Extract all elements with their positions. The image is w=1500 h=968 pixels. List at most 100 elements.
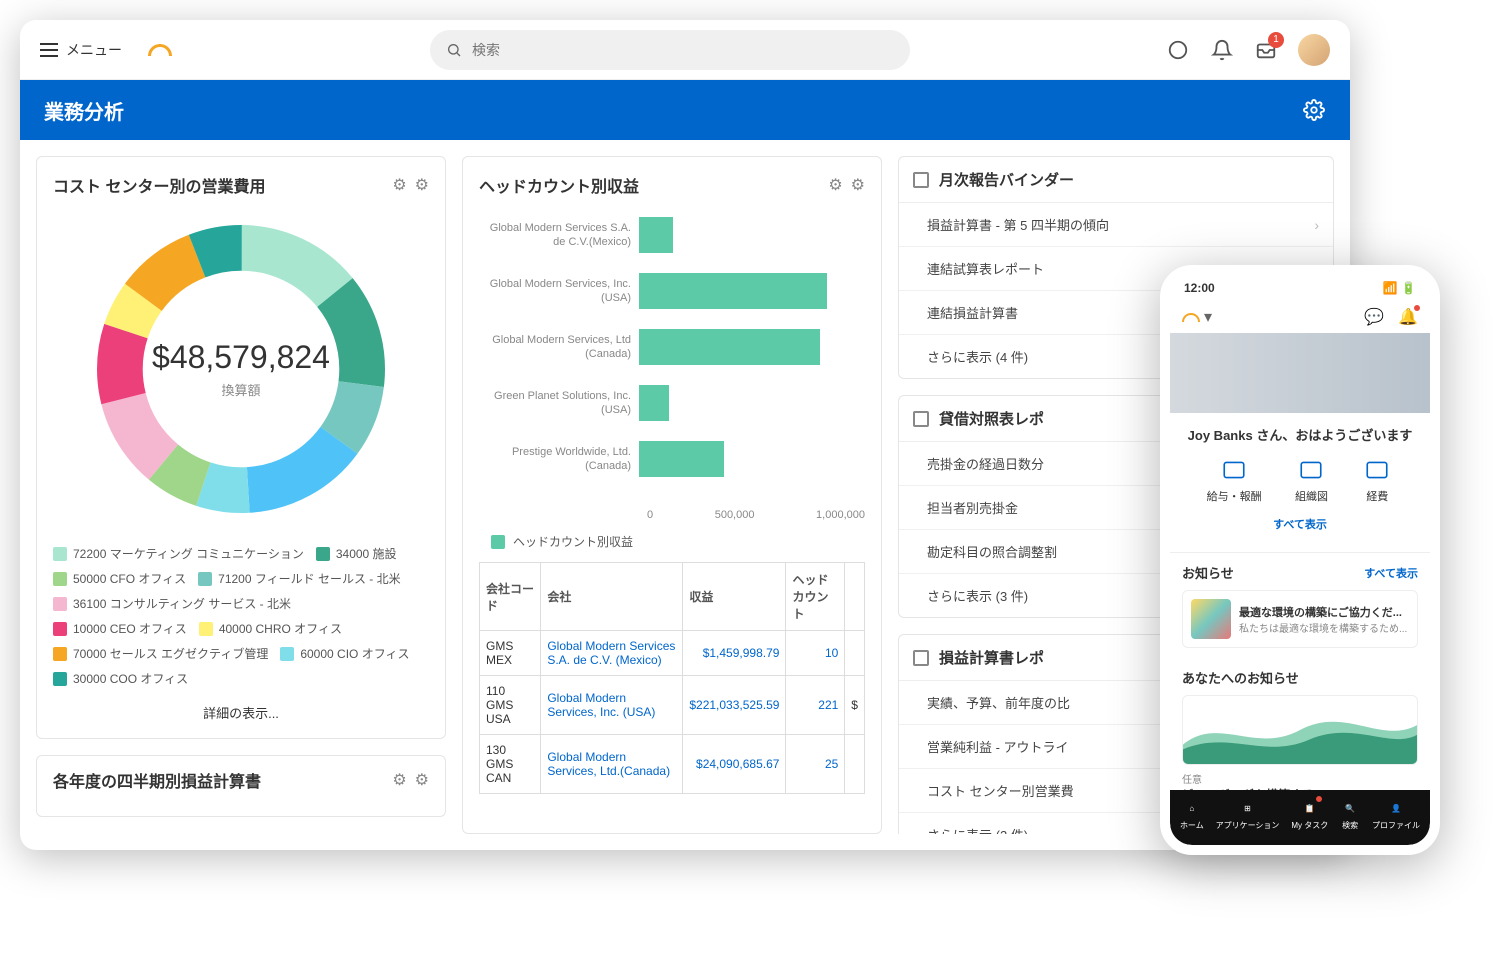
legend-item[interactable]: 10000 CEO オフィス (53, 620, 187, 637)
quarterly-card: 各年度の四半期別損益計算書 ⚙⚙ (36, 755, 446, 817)
tab-icon: ⊞ (1238, 798, 1258, 818)
page-header: 業務分析 (20, 80, 1350, 140)
mobile-tab[interactable]: ⊞ アプリケーション (1216, 798, 1280, 831)
chat-icon[interactable] (1166, 38, 1190, 62)
mobile-tab[interactable]: 📋My タスク (1291, 798, 1328, 831)
legend-item[interactable]: 60000 CIO オフィス (280, 645, 409, 662)
cell-headcount: 25 (786, 735, 845, 794)
mobile-tab[interactable]: 🔍検索 (1340, 798, 1360, 831)
mobile-tab[interactable]: 👤 プロファイル (1372, 798, 1420, 831)
legend-swatch (53, 622, 67, 636)
detail-link[interactable]: 詳細の表示... (53, 703, 429, 722)
bar-chart: Global Modern Services S.A. de C.V.(Mexi… (479, 209, 865, 505)
topbar: メニュー 1 (20, 20, 1350, 80)
table-header: 会社 (541, 563, 683, 631)
legend-item[interactable]: 70000 セールス エグゼクティブ管理 (53, 645, 268, 662)
sliders-icon[interactable]: ⚙ (392, 175, 406, 195)
news-card[interactable]: 最適な環境の構築にご協力くだ... 私たちは最適な環境を構築するため... (1182, 590, 1418, 648)
legend-item[interactable]: 71200 フィールド セールス - 北米 (198, 570, 400, 587)
notifications-icon[interactable]: 🔔 (1398, 307, 1418, 327)
bar-fill[interactable] (639, 329, 820, 365)
mobile-show-all[interactable]: すべて表示 (1182, 508, 1418, 540)
bar-row: Global Modern Services, Inc. (USA) (479, 273, 865, 309)
bar-fill[interactable] (639, 441, 724, 477)
report-icon (913, 172, 929, 188)
quick-item[interactable]: 組織図 (1295, 456, 1328, 504)
item-tag: 任意 (1182, 771, 1418, 786)
legend-swatch (53, 572, 67, 586)
quick-label: 組織図 (1295, 488, 1328, 504)
personal-section-title: あなたへのお知らせ (1182, 668, 1299, 687)
news-title: 最適な環境の構築にご協力くだ... (1239, 604, 1407, 620)
mobile-time: 12:00 (1184, 281, 1215, 295)
revenue-table: 会社コード会社収益ヘッドカウント GMS MEXGlobal Modern Se… (479, 562, 865, 794)
axis-tick: 500,000 (715, 509, 755, 521)
workday-logo[interactable] (146, 36, 174, 64)
tab-label: アプリケーション (1216, 820, 1280, 831)
search-bar[interactable] (430, 30, 910, 70)
cell-extra (845, 735, 865, 794)
table-row[interactable]: 110 GMS USAGlobal Modern Services, Inc. … (480, 676, 865, 735)
chevron-right-icon: › (1314, 217, 1319, 233)
legend-item[interactable]: 40000 CHRO オフィス (199, 620, 342, 637)
legend-label: 70000 セールス エグゼクティブ管理 (73, 645, 268, 662)
news-section-link[interactable]: すべて表示 (1364, 565, 1418, 581)
table-row[interactable]: 130 GMS CANGlobal Modern Services, Ltd.(… (480, 735, 865, 794)
mobile-greeting: Joy Banks さん、おはようございます (1182, 425, 1418, 444)
panel-item[interactable]: 損益計算書 - 第 5 四半期の傾向› (899, 203, 1333, 247)
mobile-tab[interactable]: ⌂ホーム (1180, 798, 1204, 831)
bar-card-title: ヘッドカウント別収益 (479, 173, 639, 197)
inbox-badge: 1 (1268, 32, 1284, 48)
settings-icon[interactable] (1302, 98, 1326, 122)
gear-icon[interactable]: ⚙ (415, 175, 429, 195)
gear-icon[interactable]: ⚙ (415, 770, 429, 790)
quick-label: 経費 (1366, 488, 1388, 504)
legend-label: 34000 施設 (336, 545, 397, 562)
quick-item[interactable]: 給与・報酬 (1207, 456, 1262, 504)
legend-label: 50000 CFO オフィス (73, 570, 186, 587)
mobile-logo[interactable]: ▾ (1182, 307, 1212, 327)
cell-company[interactable]: Global Modern Services, Ltd.(Canada) (541, 735, 683, 794)
chat-icon[interactable]: 💬 (1364, 307, 1384, 327)
legend-swatch (53, 672, 67, 686)
inbox-icon[interactable]: 1 (1254, 38, 1278, 62)
table-row[interactable]: GMS MEXGlobal Modern Services S.A. de C.… (480, 631, 865, 676)
cell-code: 130 GMS CAN (480, 735, 541, 794)
sliders-icon[interactable]: ⚙ (392, 770, 406, 790)
cell-revenue: $24,090,685.67 (683, 735, 786, 794)
bar-label: Prestige Worldwide, Ltd.(Canada) (479, 445, 639, 474)
legend-label: 40000 CHRO オフィス (219, 620, 342, 637)
legend-item[interactable]: 30000 COO オフィス (53, 670, 188, 687)
page-title: 業務分析 (44, 96, 124, 125)
menu-button[interactable]: メニュー (40, 40, 122, 60)
table-header: ヘッドカウント (786, 563, 845, 631)
legend-swatch (199, 622, 213, 636)
legend-item[interactable]: 34000 施設 (316, 545, 397, 562)
tab-icon: 👤 (1386, 798, 1406, 818)
gear-icon[interactable]: ⚙ (851, 175, 865, 195)
sliders-icon[interactable]: ⚙ (828, 175, 842, 195)
bar-label: Green Planet Solutions, Inc. (USA) (479, 389, 639, 418)
search-input[interactable] (472, 42, 894, 58)
user-avatar[interactable] (1298, 34, 1330, 66)
legend-item[interactable]: 50000 CFO オフィス (53, 570, 186, 587)
legend-swatch (316, 547, 330, 561)
cell-company[interactable]: Global Modern Services S.A. de C.V. (Mex… (541, 631, 683, 676)
quick-item[interactable]: 経費 (1361, 456, 1393, 504)
mobile-statusbar: 12:00 📶 🔋 (1170, 275, 1430, 301)
legend-item[interactable]: 36100 コンサルティング サービス - 北米 (53, 595, 291, 612)
bar-label: Global Modern Services S.A. de C.V.(Mexi… (479, 221, 639, 250)
legend-item[interactable]: 72200 マーケティング コミュニケーション (53, 545, 304, 562)
notifications-icon[interactable] (1210, 38, 1234, 62)
bar-fill[interactable] (639, 273, 827, 309)
cell-company[interactable]: Global Modern Services, Inc. (USA) (541, 676, 683, 735)
wave-card[interactable] (1182, 695, 1418, 765)
search-icon (446, 42, 462, 58)
bar-row: Global Modern Services S.A. de C.V.(Mexi… (479, 217, 865, 253)
bar-fill[interactable] (639, 385, 669, 421)
signal-icon: 📶 🔋 (1383, 281, 1416, 295)
tab-label: プロファイル (1372, 820, 1420, 831)
cell-headcount: 10 (786, 631, 845, 676)
bar-fill[interactable] (639, 217, 673, 253)
legend-swatch (53, 547, 67, 561)
